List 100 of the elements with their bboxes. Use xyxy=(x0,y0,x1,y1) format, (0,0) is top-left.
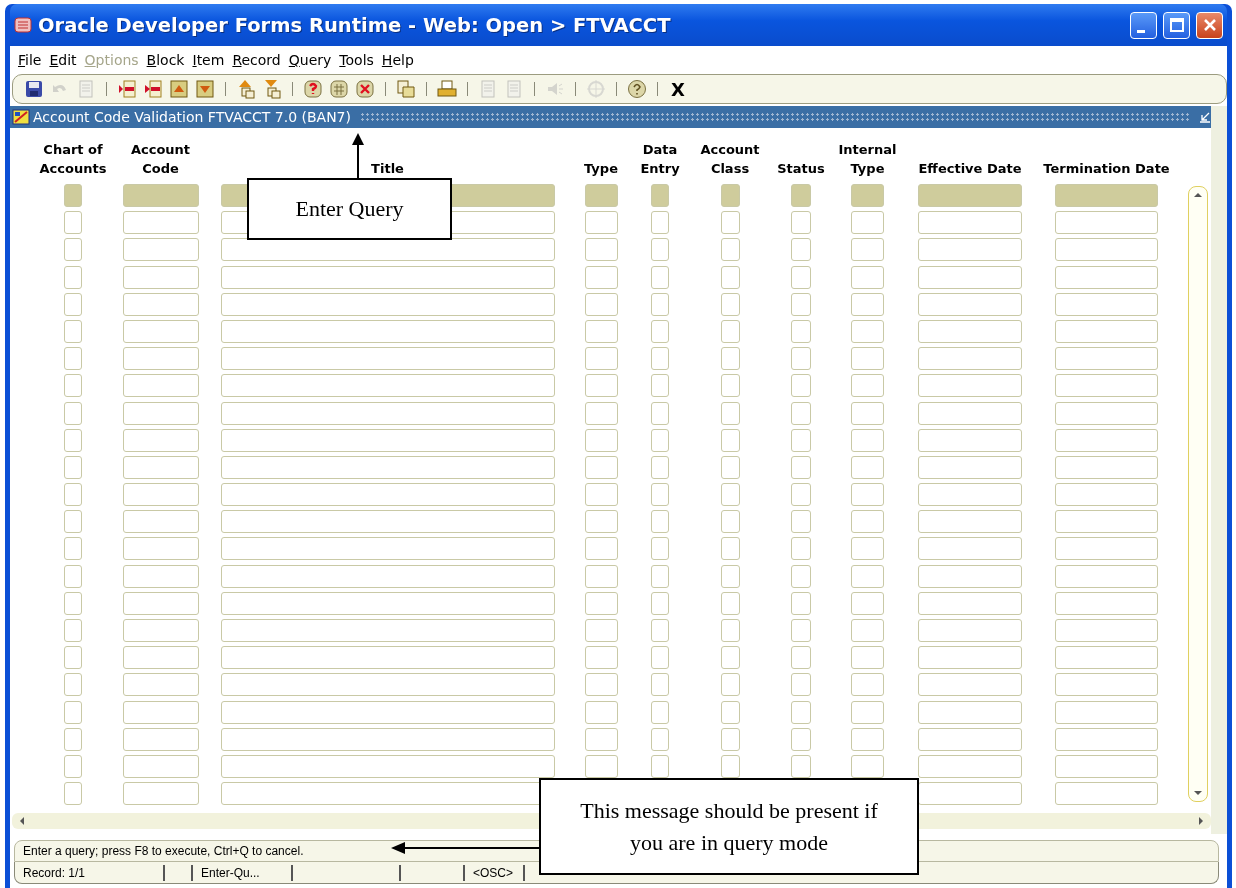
input-field[interactable] xyxy=(791,727,811,751)
input-field[interactable] xyxy=(1055,646,1158,670)
input-field[interactable] xyxy=(720,401,740,425)
scroll-down-icon[interactable] xyxy=(1193,789,1203,797)
input-field[interactable] xyxy=(64,374,82,398)
input-field[interactable] xyxy=(851,265,884,289)
input-field[interactable] xyxy=(720,374,740,398)
input-field[interactable] xyxy=(918,700,1022,724)
input-field[interactable] xyxy=(851,564,884,588)
input-field[interactable] xyxy=(220,401,555,425)
menu-item[interactable]: Edit xyxy=(45,52,81,68)
input-field[interactable] xyxy=(720,483,740,507)
input-field[interactable] xyxy=(720,347,740,371)
input-field[interactable] xyxy=(918,564,1022,588)
input-field[interactable] xyxy=(918,483,1022,507)
input-field[interactable] xyxy=(651,564,669,588)
input-field[interactable] xyxy=(220,646,555,670)
query-field[interactable] xyxy=(64,184,82,207)
input-field[interactable] xyxy=(851,754,884,778)
input-field[interactable] xyxy=(918,428,1022,452)
input-field[interactable] xyxy=(851,455,884,479)
input-field[interactable] xyxy=(918,537,1022,561)
input-field[interactable] xyxy=(220,455,555,479)
input-field[interactable] xyxy=(122,428,199,452)
input-field[interactable] xyxy=(220,265,555,289)
input-field[interactable] xyxy=(64,537,82,561)
input-field[interactable] xyxy=(918,374,1022,398)
input-field[interactable] xyxy=(651,619,669,642)
input-field[interactable] xyxy=(720,700,740,724)
toolbar-button[interactable] xyxy=(116,78,138,100)
input-field[interactable] xyxy=(220,700,555,724)
input-field[interactable] xyxy=(220,673,555,697)
input-field[interactable] xyxy=(1055,292,1158,316)
query-field[interactable] xyxy=(851,184,884,207)
input-field[interactable] xyxy=(122,754,199,778)
input-field[interactable] xyxy=(64,238,82,262)
input-field[interactable] xyxy=(918,782,1022,806)
input-field[interactable] xyxy=(651,401,669,425)
maximize-button[interactable] xyxy=(1163,11,1190,39)
input-field[interactable] xyxy=(584,564,618,588)
input-field[interactable] xyxy=(918,591,1022,615)
input-field[interactable] xyxy=(1055,619,1158,642)
input-field[interactable] xyxy=(220,428,555,452)
input-field[interactable] xyxy=(122,673,199,697)
input-field[interactable] xyxy=(791,510,811,534)
input-field[interactable] xyxy=(220,347,555,371)
input-field[interactable] xyxy=(122,782,199,806)
input-field[interactable] xyxy=(64,619,82,642)
input-field[interactable] xyxy=(651,673,669,697)
input-field[interactable] xyxy=(720,537,740,561)
input-field[interactable] xyxy=(122,238,199,262)
input-field[interactable] xyxy=(64,700,82,724)
input-field[interactable] xyxy=(220,292,555,316)
input-field[interactable] xyxy=(851,619,884,642)
input-field[interactable] xyxy=(918,319,1022,343)
input-field[interactable] xyxy=(918,619,1022,642)
menu-item[interactable]: File xyxy=(14,52,46,68)
input-field[interactable] xyxy=(651,727,669,751)
input-field[interactable] xyxy=(1055,483,1158,507)
input-field[interactable] xyxy=(918,510,1022,534)
input-field[interactable] xyxy=(1055,265,1158,289)
input-field[interactable] xyxy=(122,483,199,507)
input-field[interactable] xyxy=(1055,754,1158,778)
input-field[interactable] xyxy=(122,292,199,316)
input-field[interactable] xyxy=(791,319,811,343)
input-field[interactable] xyxy=(584,537,618,561)
menu-item[interactable]: Tools xyxy=(335,52,378,68)
input-field[interactable] xyxy=(720,619,740,642)
minimize-button[interactable] xyxy=(1130,11,1157,39)
input-field[interactable] xyxy=(64,455,82,479)
input-field[interactable] xyxy=(791,537,811,561)
input-field[interactable] xyxy=(64,646,82,670)
input-field[interactable] xyxy=(64,401,82,425)
input-field[interactable] xyxy=(791,428,811,452)
input-field[interactable] xyxy=(220,510,555,534)
toolbar-button[interactable] xyxy=(142,78,164,100)
input-field[interactable] xyxy=(1055,374,1158,398)
menu-item[interactable]: Item xyxy=(188,52,229,68)
input-field[interactable] xyxy=(220,727,555,751)
input-field[interactable] xyxy=(220,619,555,642)
input-field[interactable] xyxy=(122,319,199,343)
input-field[interactable] xyxy=(651,455,669,479)
input-field[interactable] xyxy=(220,754,555,778)
input-field[interactable] xyxy=(584,754,618,778)
input-field[interactable] xyxy=(851,374,884,398)
input-field[interactable] xyxy=(720,238,740,262)
input-field[interactable] xyxy=(651,700,669,724)
input-field[interactable] xyxy=(791,700,811,724)
input-field[interactable] xyxy=(584,265,618,289)
input-field[interactable] xyxy=(122,564,199,588)
input-field[interactable] xyxy=(918,401,1022,425)
menu-item[interactable]: Block xyxy=(142,52,189,68)
input-field[interactable] xyxy=(851,700,884,724)
input-field[interactable] xyxy=(64,265,82,289)
input-field[interactable] xyxy=(122,211,199,235)
input-field[interactable] xyxy=(791,292,811,316)
input-field[interactable] xyxy=(651,537,669,561)
input-field[interactable] xyxy=(584,591,618,615)
input-field[interactable] xyxy=(851,646,884,670)
input-field[interactable] xyxy=(122,700,199,724)
